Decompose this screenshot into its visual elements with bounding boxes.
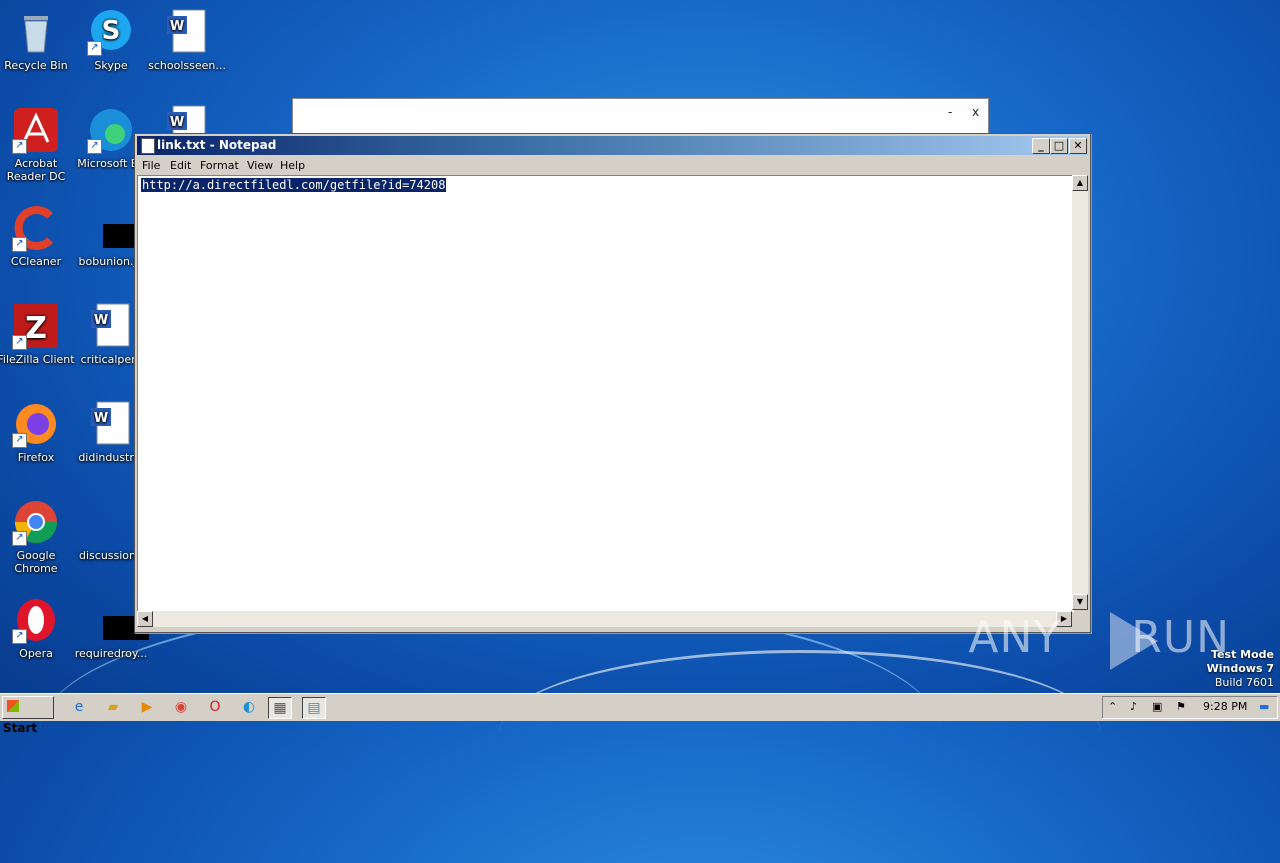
shortcut-arrow-icon: ↗ (12, 531, 27, 546)
scroll-down-icon[interactable]: ▼ (1072, 594, 1088, 610)
wallpaper-swoosh (500, 650, 1100, 813)
bg-close-button[interactable]: x (972, 105, 979, 119)
edge-icon: ↗ (87, 106, 135, 154)
start-button[interactable]: Start (2, 696, 54, 735)
svg-text:W: W (170, 115, 184, 130)
close-button[interactable]: ✕ (1069, 138, 1087, 154)
show-desktop-icon[interactable]: ▬ (1259, 700, 1269, 713)
background-window[interactable]: - x (292, 98, 989, 136)
svg-text:W: W (94, 313, 108, 328)
notepad-icon (141, 138, 155, 154)
desktop-icon-ccleaner[interactable]: ↗ CCleaner (0, 204, 75, 268)
desktop-icon-skype[interactable]: S ↗ Skype (72, 8, 150, 72)
selected-text[interactable]: http://a.directfiledl.com/getfile?id=742… (141, 178, 447, 192)
shortcut-arrow-icon: ↗ (12, 237, 27, 252)
windows-flag-icon (7, 700, 19, 712)
menu-format[interactable]: Format (200, 159, 239, 172)
action-center-flag-icon[interactable]: ⚑ (1176, 700, 1186, 713)
test-mode-label: Test Mode Windows 7 Build 7601 (1206, 648, 1274, 689)
opera-icon: ↗ (12, 596, 60, 644)
taskbar: Start e ▰ ▶ ◉ O ◐ ▦ ▤ ⌃ ♪ ▣ ⚑ 9:28 PM ▬ (0, 693, 1280, 735)
word-doc-icon: W (87, 400, 135, 448)
firefox-icon: ↗ (12, 400, 60, 448)
volume-icon[interactable]: ♪ (1130, 700, 1137, 713)
word-doc-icon: W (163, 8, 211, 56)
clock-time[interactable]: 9:28 PM (1203, 700, 1247, 713)
network-icon[interactable]: ▣ (1152, 700, 1162, 713)
word-doc-icon: W (87, 302, 135, 350)
minimize-button[interactable]: _ (1032, 138, 1050, 154)
filezilla-icon: Z ↗ (12, 302, 60, 350)
ie-icon[interactable]: e (68, 697, 90, 717)
notepad-window[interactable]: link.txt - Notepad _ □ ✕ File Edit Forma… (134, 133, 1091, 633)
shortcut-arrow-icon: ↗ (87, 41, 102, 56)
edge-taskbar-icon[interactable]: ◐ (238, 697, 260, 717)
desktop-icon-schoolsseen[interactable]: W schoolsseen... (148, 8, 226, 72)
menu-bar: File Edit Format View Help (137, 156, 1088, 174)
svg-text:W: W (170, 19, 184, 34)
app-taskbar-icon[interactable]: ▦ (268, 697, 292, 719)
chrome-taskbar-icon[interactable]: ◉ (170, 697, 192, 717)
notepad-titlebar[interactable]: link.txt - Notepad _ □ ✕ (137, 136, 1088, 155)
system-tray: ⌃ ♪ ▣ ⚑ 9:28 PM ▬ (1102, 696, 1278, 719)
shortcut-arrow-icon: ↗ (12, 629, 27, 644)
menu-help[interactable]: Help (280, 159, 305, 172)
shortcut-arrow-icon: ↗ (12, 433, 27, 448)
scroll-left-icon[interactable]: ◀ (137, 611, 153, 627)
bg-minimize-button[interactable]: - (948, 105, 952, 119)
window-title: link.txt - Notepad (157, 138, 277, 152)
anyrun-watermark: ANY RUN (968, 612, 1230, 663)
menu-file[interactable]: File (142, 159, 160, 172)
svg-text:S: S (102, 16, 121, 46)
scroll-up-icon[interactable]: ▲ (1072, 175, 1088, 191)
opera-taskbar-icon[interactable]: O (204, 697, 226, 717)
vertical-scrollbar[interactable]: ▲ ▼ (1072, 175, 1088, 610)
text-editor-area[interactable]: http://a.directfiledl.com/getfile?id=742… (137, 175, 1074, 612)
svg-text:Z: Z (25, 311, 47, 346)
svg-text:W: W (94, 411, 108, 426)
desktop-icon-firefox[interactable]: ↗ Firefox (0, 400, 75, 464)
desktop-icon-recycle-bin[interactable]: Recycle Bin (0, 8, 75, 72)
recycle-bin-icon (12, 8, 60, 56)
shortcut-arrow-icon: ↗ (87, 139, 102, 154)
explorer-folder-icon[interactable]: ▰ (102, 697, 124, 717)
acrobat-icon: ↗ (12, 106, 60, 154)
notepad-taskbar-icon[interactable]: ▤ (302, 697, 326, 719)
desktop-icon-acrobat[interactable]: ↗ Acrobat Reader DC (0, 106, 75, 183)
menu-edit[interactable]: Edit (170, 159, 191, 172)
desktop-icon-opera[interactable]: ↗ Opera (0, 596, 75, 660)
shortcut-arrow-icon: ↗ (12, 139, 27, 154)
menu-view[interactable]: View (247, 159, 273, 172)
desktop-icon-chrome[interactable]: ↗ Google Chrome (0, 498, 75, 575)
desktop-icon-filezilla[interactable]: Z ↗ FileZilla Client (0, 302, 75, 366)
maximize-button[interactable]: □ (1050, 138, 1068, 154)
skype-icon: S ↗ (87, 8, 135, 56)
shortcut-arrow-icon: ↗ (12, 335, 27, 350)
chrome-icon: ↗ (12, 498, 60, 546)
horizontal-scrollbar[interactable]: ◀ ▶ (137, 611, 1072, 627)
ccleaner-icon: ↗ (12, 204, 60, 252)
tray-expand-icon[interactable]: ⌃ (1108, 700, 1117, 713)
media-player-icon[interactable]: ▶ (136, 697, 158, 717)
